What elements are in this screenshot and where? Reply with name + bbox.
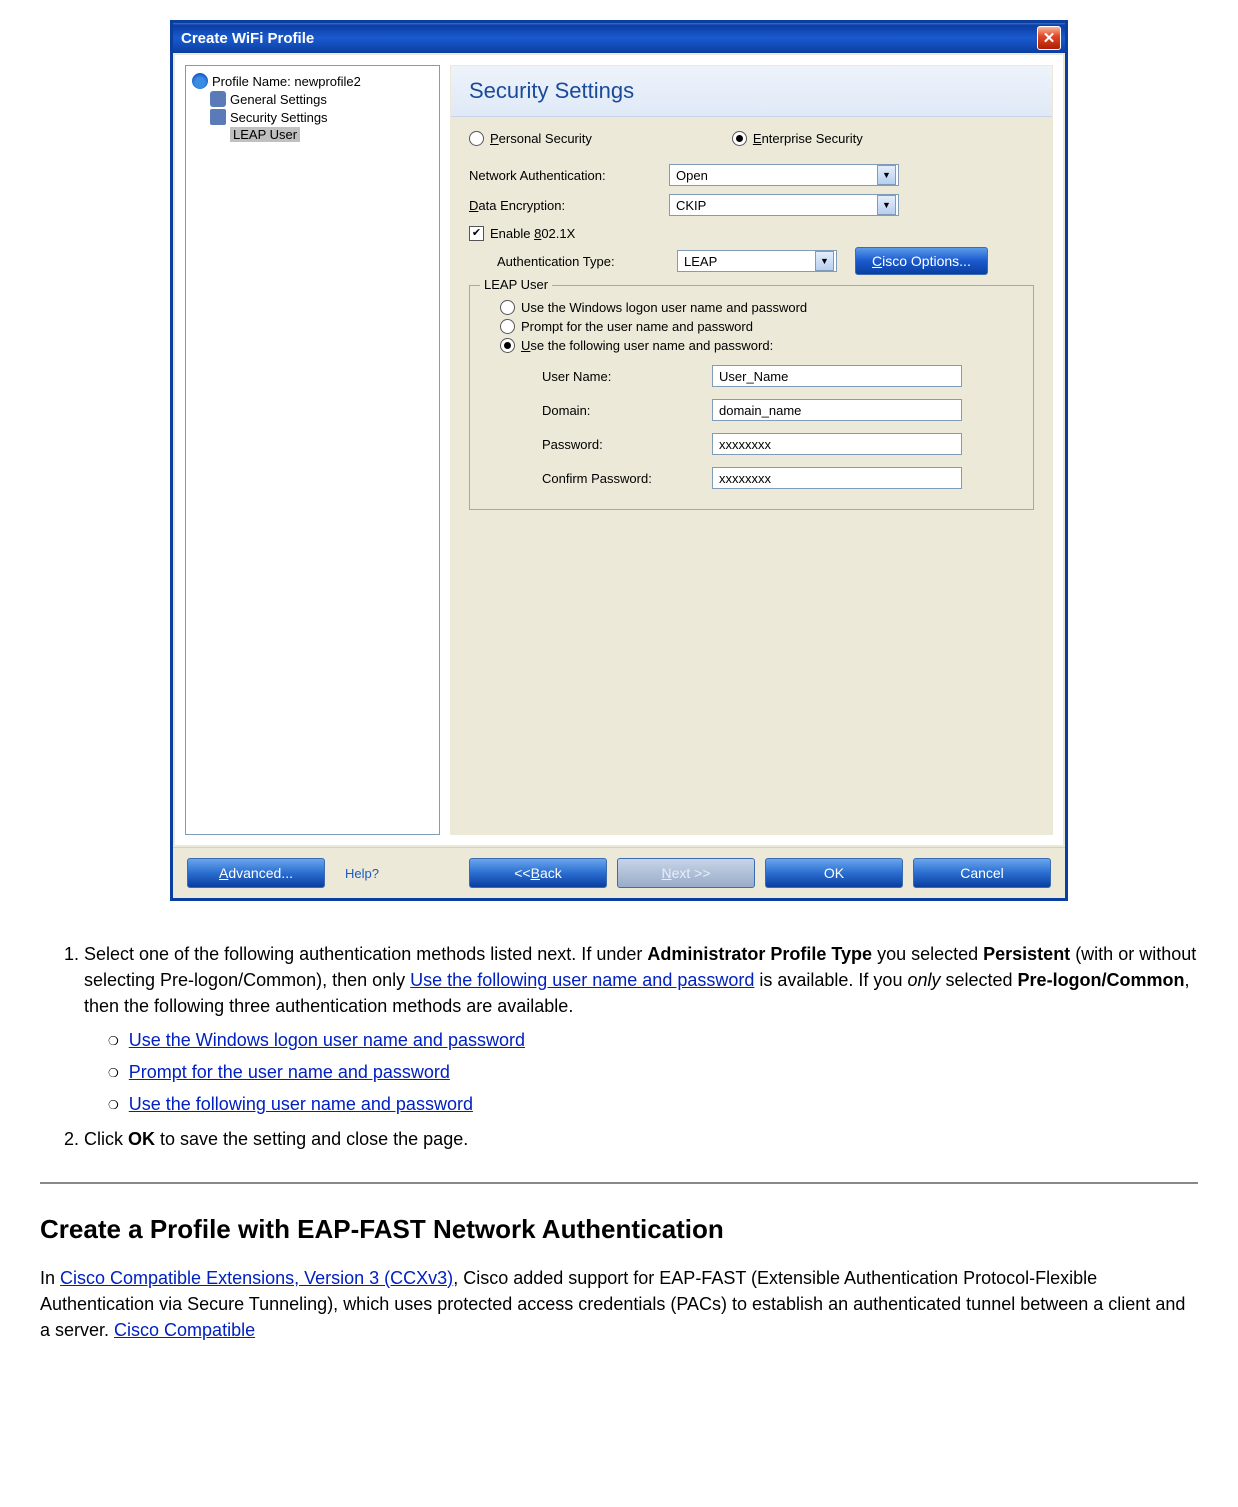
link-use-following-2[interactable]: Use the following user name and password: [129, 1094, 473, 1114]
select-value: Open: [676, 168, 708, 183]
step-1: Select one of the following authenticati…: [84, 941, 1198, 1118]
chevron-down-icon: ▼: [877, 165, 896, 185]
wifi-icon: [192, 73, 208, 89]
dialog-footer: Advanced... Help? << Back Next >> OK Can…: [173, 847, 1065, 898]
chevron-down-icon: ▼: [877, 195, 896, 215]
auth-type-label: Authentication Type:: [497, 254, 669, 269]
link-use-following[interactable]: Use the following user name and password: [410, 970, 754, 990]
back-button[interactable]: << Back: [469, 858, 607, 888]
data-encryption-select[interactable]: CKIP ▼: [669, 194, 899, 216]
paragraph: In Cisco Compatible Extensions, Version …: [40, 1265, 1198, 1343]
tree-label: General Settings: [230, 92, 327, 107]
tree-security-settings[interactable]: Security Settings: [190, 108, 435, 126]
link-prompt-user[interactable]: Prompt for the user name and password: [129, 1062, 450, 1082]
ok-button[interactable]: OK: [765, 858, 903, 888]
chevron-down-icon: ▼: [815, 251, 834, 271]
user-name-input[interactable]: User_Name: [712, 365, 962, 387]
sub-option: Use the Windows logon user name and pass…: [108, 1027, 1198, 1053]
close-icon[interactable]: ✕: [1037, 26, 1061, 50]
prompt-user-radio[interactable]: Prompt for the user name and password: [500, 319, 1019, 334]
personal-security-radio[interactable]: Personal Security: [469, 131, 592, 146]
profile-tree[interactable]: Profile Name: newprofile2 General Settin…: [185, 65, 440, 835]
enable-8021x-checkbox[interactable]: ✔ Enable 802.1X: [469, 226, 1034, 241]
radio-icon: [500, 319, 515, 334]
window-title: Create WiFi Profile: [181, 30, 314, 47]
domain-label: Domain:: [542, 403, 712, 418]
advanced-button[interactable]: Advanced...: [187, 858, 325, 888]
tree-label: Profile Name: newprofile2: [212, 74, 361, 89]
step-2: Click OK to save the setting and close t…: [84, 1126, 1198, 1152]
tree-label: Security Settings: [230, 110, 328, 125]
lock-icon: [210, 109, 226, 125]
link-windows-logon[interactable]: Use the Windows logon user name and pass…: [129, 1030, 525, 1050]
domain-input[interactable]: domain_name: [712, 399, 962, 421]
select-value: CKIP: [676, 198, 706, 213]
leap-user-groupbox: LEAP User Use the Windows logon user nam…: [469, 285, 1034, 510]
cisco-options-button[interactable]: Cisco Options...: [855, 247, 988, 275]
confirm-password-input[interactable]: xxxxxxxx: [712, 467, 962, 489]
network-auth-label: Network Authentication:: [469, 168, 669, 183]
radio-icon: [732, 131, 747, 146]
divider: [40, 1182, 1198, 1184]
tree-profile-name[interactable]: Profile Name: newprofile2: [190, 72, 435, 90]
data-encryption-label: Data Encryption:: [469, 198, 669, 213]
sub-option: Use the following user name and password: [108, 1091, 1198, 1117]
enterprise-security-radio[interactable]: Enterprise Security: [732, 131, 863, 146]
user-name-label: User Name:: [542, 369, 712, 384]
security-settings-pane: Security Settings Personal Security Ente…: [450, 65, 1053, 835]
link-cisco-compatible[interactable]: Cisco Compatible: [114, 1320, 255, 1340]
link-ccxv3[interactable]: Cisco Compatible Extensions, Version 3 (…: [60, 1268, 453, 1288]
next-button[interactable]: Next >>: [617, 858, 755, 888]
radio-icon: [500, 338, 515, 353]
auth-type-select[interactable]: LEAP ▼: [677, 250, 837, 272]
titlebar: Create WiFi Profile ✕: [173, 23, 1065, 53]
tree-label: LEAP User: [230, 127, 300, 142]
section-heading: Create a Profile with EAP-FAST Network A…: [40, 1214, 1198, 1245]
document-body: Select one of the following authenticati…: [40, 941, 1198, 1343]
use-following-radio[interactable]: Use the following user name and password…: [500, 338, 1019, 353]
password-label: Password:: [542, 437, 712, 452]
help-link[interactable]: Help?: [345, 866, 379, 881]
sub-option: Prompt for the user name and password: [108, 1059, 1198, 1085]
cancel-button[interactable]: Cancel: [913, 858, 1051, 888]
create-wifi-profile-dialog: Create WiFi Profile ✕ Profile Name: newp…: [170, 20, 1068, 901]
radio-icon: [500, 300, 515, 315]
select-value: LEAP: [684, 254, 717, 269]
confirm-password-label: Confirm Password:: [542, 471, 712, 486]
password-input[interactable]: xxxxxxxx: [712, 433, 962, 455]
pane-header: Security Settings: [451, 66, 1052, 117]
settings-icon: [210, 91, 226, 107]
checkbox-icon: ✔: [469, 226, 484, 241]
tree-general-settings[interactable]: General Settings: [190, 90, 435, 108]
network-auth-select[interactable]: Open ▼: [669, 164, 899, 186]
tree-leap-user[interactable]: LEAP User: [190, 126, 435, 143]
groupbox-legend: LEAP User: [480, 277, 552, 292]
use-windows-logon-radio[interactable]: Use the Windows logon user name and pass…: [500, 300, 1019, 315]
radio-icon: [469, 131, 484, 146]
